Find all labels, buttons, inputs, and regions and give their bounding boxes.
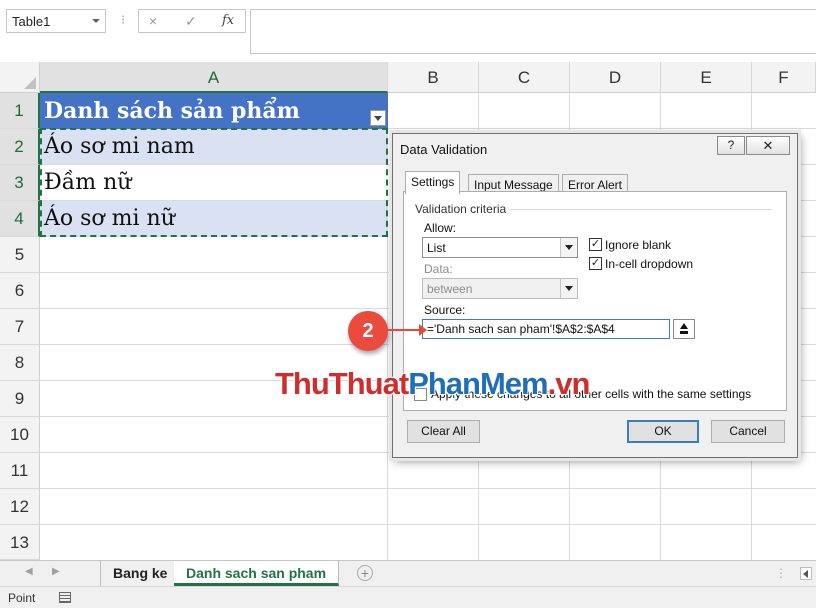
- excel-window: Table1 ⁝ × ✓ fx A B C D E F 1 2 3 4 5 6 …: [0, 0, 816, 608]
- macro-record-icon[interactable]: [59, 592, 71, 603]
- ignore-blank-label: Ignore blank: [605, 238, 672, 252]
- sheet-tab-danh-sach-san-pham[interactable]: Danh sach san pham: [174, 561, 340, 586]
- row-header-4[interactable]: 4: [0, 201, 40, 237]
- formula-bar-separator-icon: ⁝: [121, 12, 127, 27]
- check-icon[interactable]: ✓: [185, 13, 197, 30]
- status-bar: Point: [0, 586, 816, 608]
- data-label: Data:: [424, 262, 453, 276]
- row-header-1[interactable]: 1: [0, 93, 40, 129]
- ok-button[interactable]: OK: [627, 420, 699, 443]
- step-callout-badge: 2: [348, 311, 388, 351]
- scroll-left-button[interactable]: [800, 567, 812, 580]
- chevron-down-icon[interactable]: [92, 19, 100, 23]
- arrow-up-base: [680, 331, 688, 334]
- insert-function-icon[interactable]: fx: [222, 13, 234, 28]
- add-sheet-icon[interactable]: +: [357, 565, 373, 581]
- watermark-part-2: PhanMem: [408, 366, 548, 401]
- row-header-11[interactable]: 11: [0, 453, 40, 489]
- gridline: [40, 524, 816, 525]
- collapse-dialog-button[interactable]: [673, 319, 695, 339]
- row-header-6[interactable]: 6: [0, 273, 40, 309]
- row-header-3[interactable]: 3: [0, 165, 40, 201]
- cell-a4[interactable]: Áo sơ mi nữ: [40, 201, 388, 236]
- allow-select-value: List: [427, 241, 446, 255]
- cell-a3[interactable]: Đầm nữ: [40, 165, 388, 200]
- row-header-8[interactable]: 8: [0, 345, 40, 381]
- column-header-d[interactable]: D: [570, 62, 661, 93]
- allow-label: Allow:: [424, 221, 457, 235]
- name-box-value: Table1: [12, 14, 51, 29]
- cell-a2[interactable]: Áo sơ mi nam: [40, 129, 388, 164]
- formula-tools: × ✓ fx: [138, 9, 246, 33]
- name-box[interactable]: Table1: [6, 9, 106, 33]
- row-header-12[interactable]: 12: [0, 489, 40, 525]
- row-header-7[interactable]: 7: [0, 309, 40, 345]
- watermark-part-3: .vn: [547, 366, 591, 401]
- gridline: [40, 488, 816, 489]
- column-header-b[interactable]: B: [388, 62, 479, 93]
- tab-split-handle-icon[interactable]: ⋮: [775, 566, 787, 580]
- chevron-left-icon[interactable]: ◀: [25, 566, 33, 577]
- column-header-c[interactable]: C: [479, 62, 570, 93]
- formula-bar: Table1 ⁝ × ✓ fx: [0, 0, 816, 60]
- column-header-f[interactable]: F: [752, 62, 816, 93]
- cell-a1-table-header[interactable]: Danh sách sản phẩm: [40, 93, 388, 129]
- row-header-13[interactable]: 13: [0, 525, 40, 560]
- cancel-icon[interactable]: ×: [149, 13, 157, 29]
- arrow-up-icon: [680, 323, 688, 329]
- chevron-left-icon: [803, 570, 808, 578]
- data-select: between: [422, 278, 578, 299]
- validation-criteria-label: Validation criteria: [415, 202, 511, 216]
- data-select-value: between: [427, 282, 473, 296]
- select-all-icon: [24, 77, 36, 89]
- column-header-a[interactable]: A: [40, 62, 388, 93]
- column-header-e[interactable]: E: [661, 62, 752, 93]
- sheet-tab-bar: ◀ ▶ Bang ke Danh sach san pham + ⋮: [0, 560, 816, 586]
- in-cell-dropdown-checkbox[interactable]: ✓: [589, 257, 602, 270]
- sheet-tab-bang-ke[interactable]: Bang ke: [100, 561, 181, 586]
- select-all-button[interactable]: [0, 62, 40, 93]
- chevron-down-icon[interactable]: [560, 238, 577, 257]
- tab-settings[interactable]: Settings: [405, 171, 461, 194]
- ignore-blank-checkbox[interactable]: ✓: [589, 238, 602, 251]
- watermark-part-1: ThuThuat: [275, 366, 409, 401]
- source-input[interactable]: ='Danh sach san pham'!$A$2:$A$4: [422, 319, 670, 339]
- status-mode: Point: [8, 591, 36, 605]
- chevron-down-icon: [374, 116, 382, 121]
- row-header-10[interactable]: 10: [0, 417, 40, 453]
- help-button[interactable]: ?: [717, 136, 745, 155]
- allow-select[interactable]: List: [422, 237, 578, 258]
- clear-all-button[interactable]: Clear All: [407, 420, 480, 443]
- group-divider: [504, 209, 772, 210]
- cancel-button[interactable]: Cancel: [711, 420, 785, 443]
- chevron-right-icon[interactable]: ▶: [52, 566, 60, 577]
- callout-arrow-icon: [383, 324, 427, 336]
- in-cell-dropdown-label: In-cell dropdown: [605, 257, 694, 271]
- chevron-down-icon: [560, 279, 577, 298]
- filter-dropdown-button[interactable]: [370, 110, 386, 126]
- source-label: Source:: [424, 303, 466, 317]
- close-button[interactable]: ✕: [746, 136, 790, 155]
- dialog-title: Data Validation: [400, 142, 488, 157]
- row-header-9[interactable]: 9: [0, 381, 40, 417]
- row-header-5[interactable]: 5: [0, 237, 40, 273]
- row-header-2[interactable]: 2: [0, 129, 40, 165]
- formula-input[interactable]: [250, 9, 816, 54]
- site-watermark: ThuThuatPhanMem.vn: [275, 366, 591, 402]
